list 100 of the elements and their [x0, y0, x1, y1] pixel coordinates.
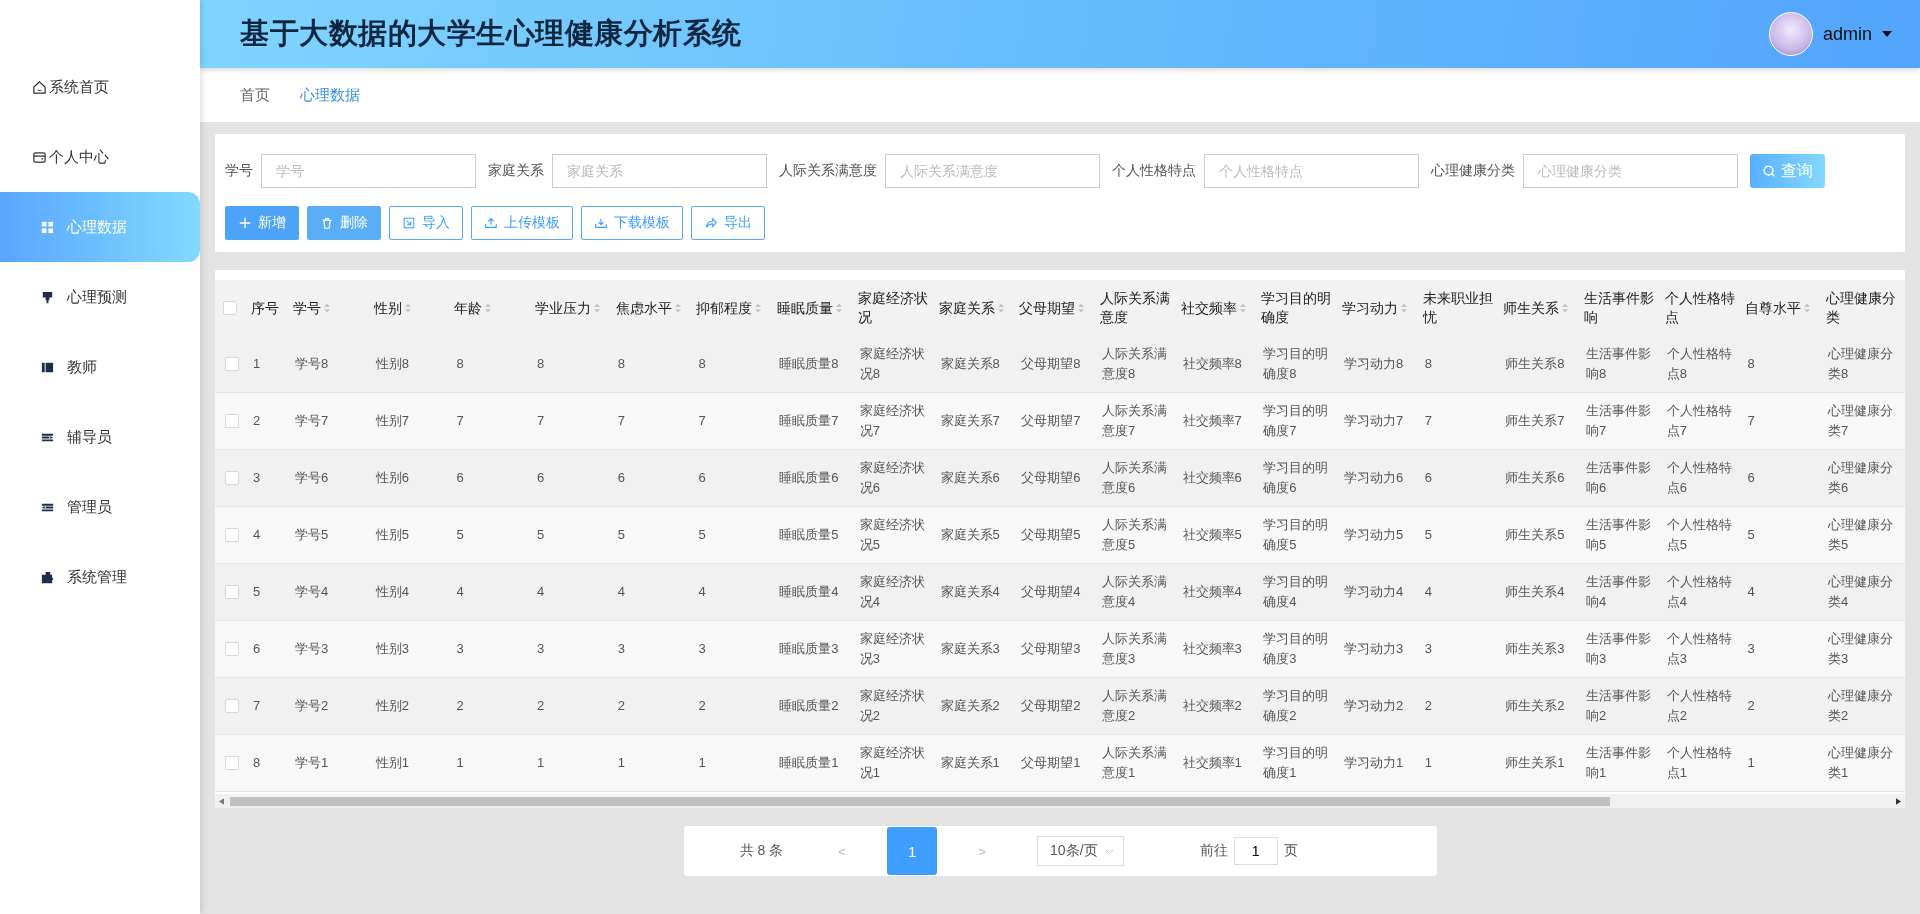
user-name[interactable]: admin: [1822, 23, 1872, 45]
table-cell: 心理健康分类1: [1828, 745, 1894, 780]
checkbox[interactable]: [225, 642, 239, 656]
table-cell: 学习目的明确度7: [1263, 403, 1329, 438]
table-cell: 师生关系4: [1505, 584, 1565, 599]
horizontal-scrollbar[interactable]: [215, 794, 1905, 808]
table-cell: 睡眠质量8: [779, 356, 839, 371]
table-cell: 个人性格特点3: [1666, 631, 1732, 666]
total-count: 共 8 条: [739, 842, 784, 860]
checkbox[interactable]: [225, 414, 239, 428]
table-cell: 家庭关系4: [940, 584, 1000, 599]
caret-icon[interactable]: [1882, 31, 1892, 37]
table-cell: 师生关系2: [1505, 698, 1565, 713]
table-cell: 学习目的明确度5: [1263, 517, 1329, 552]
table-cell: 社交频率3: [1182, 641, 1242, 656]
sidebar-item[interactable]: 系统首页: [0, 52, 200, 122]
table-cell: 性别3: [375, 641, 409, 656]
table-cell: 6: [1424, 470, 1432, 485]
sidebar-item[interactable]: 教师: [0, 332, 200, 402]
avatar-icon[interactable]: [1768, 12, 1813, 56]
column-header[interactable]: 学号: [293, 298, 321, 318]
table-cell: 7: [253, 698, 261, 713]
table-cell: 1: [1747, 755, 1755, 770]
table-cell: 4: [1747, 584, 1755, 599]
table-cell: 8: [698, 356, 706, 371]
table-cell: 个人性格特点8: [1666, 346, 1732, 381]
field-label: 心理健康分类: [1431, 162, 1515, 180]
table-cell: 5: [1424, 527, 1432, 542]
sidebar-item[interactable]: 个人中心: [0, 122, 200, 192]
table-cell: 人际关系满意度3: [1101, 631, 1167, 666]
checkbox[interactable]: [225, 471, 239, 485]
search-field[interactable]: 心理健康分类: [1523, 154, 1738, 188]
table-cell: 社交频率7: [1182, 413, 1242, 428]
table-cell: 3: [698, 641, 706, 656]
table-cell: 学习目的明确度1: [1263, 745, 1329, 780]
table-cell: 学习动力6: [1343, 470, 1404, 485]
table-cell: 5: [253, 584, 261, 599]
table-cell: 6: [617, 470, 625, 485]
search-field[interactable]: 个人性格特点: [1204, 154, 1419, 188]
search-field[interactable]: 家庭关系: [552, 154, 767, 188]
download-icon: [594, 216, 608, 230]
home-icon: [32, 79, 47, 95]
table-cell: 家庭经济状况2: [859, 688, 925, 723]
table-cell: 心理健康分类7: [1828, 403, 1894, 438]
table-cell: 社交频率5: [1182, 527, 1242, 542]
search-field[interactable]: 人际关系满意度: [885, 154, 1100, 188]
scroll-right-icon[interactable]: [1896, 797, 1901, 805]
table-cell: 睡眠质量4: [779, 584, 839, 599]
search-icon: [1762, 164, 1776, 178]
checkbox[interactable]: [223, 301, 237, 315]
table-cell: 心理健康分类3: [1828, 631, 1894, 666]
sidebar-item[interactable]: 系统管理: [0, 542, 200, 612]
table-cell: 性别1: [375, 755, 409, 770]
column-header[interactable]: 年龄: [454, 298, 483, 318]
table-cell: 师生关系6: [1505, 470, 1565, 485]
table-cell: 2: [456, 698, 464, 713]
checkbox[interactable]: [225, 756, 239, 770]
brush-icon: [40, 289, 55, 305]
table-cell: 睡眠质量3: [779, 641, 839, 656]
breadcrumb-link[interactable]: 心理数据: [300, 85, 360, 105]
table-cell: 生活事件影响6: [1586, 460, 1651, 495]
table-cell: 心理健康分类4: [1828, 574, 1894, 609]
table-cell: 学习目的明确度3: [1263, 631, 1329, 666]
checkbox[interactable]: [225, 585, 239, 599]
checkbox[interactable]: [225, 528, 239, 542]
sidebar-item[interactable]: 管理员: [0, 472, 200, 542]
table-cell: 学习动力7: [1343, 413, 1404, 428]
table-cell: 1: [253, 356, 261, 371]
checkbox[interactable]: [225, 357, 239, 371]
table-cell: 6: [537, 470, 545, 485]
table-cell: 3: [537, 641, 545, 656]
table-cell: 5: [456, 527, 464, 542]
table-cell: 4: [698, 584, 706, 599]
table-cell: 学号1: [295, 755, 329, 770]
page-input[interactable]: 1: [1233, 837, 1278, 865]
sidebar-item[interactable]: 辅导员: [0, 402, 200, 472]
table-cell: 学习动力3: [1343, 641, 1404, 656]
table-cell: 2: [1424, 698, 1432, 713]
search-field[interactable]: 学号: [261, 154, 476, 188]
scroll-left-icon[interactable]: [219, 797, 224, 805]
table-cell: 8: [537, 356, 545, 371]
table-cell: 睡眠质量5: [779, 527, 839, 542]
table-cell: 3: [456, 641, 464, 656]
breadcrumb-link[interactable]: 首页: [240, 85, 270, 105]
table-cell: 6: [1747, 470, 1755, 485]
table-cell: 1: [698, 755, 706, 770]
page-size-select[interactable]: 10条/页: [1037, 836, 1124, 866]
share-icon: [704, 216, 718, 230]
table-cell: 学号3: [295, 641, 329, 656]
table-cell: 睡眠质量2: [779, 698, 839, 713]
table-cell: 社交频率2: [1182, 698, 1242, 713]
table-cell: 心理健康分类5: [1828, 517, 1894, 552]
field-label: 个人性格特点: [1112, 162, 1196, 180]
sidebar-item[interactable]: 心理预测: [0, 262, 200, 332]
checkbox[interactable]: [225, 699, 239, 713]
table-cell: 个人性格特点4: [1666, 574, 1732, 609]
table-cell: 父母期望5: [1021, 527, 1081, 542]
column-header[interactable]: 性别: [373, 298, 402, 318]
table-cell: 生活事件影响2: [1586, 688, 1651, 723]
table-cell: 5: [698, 527, 706, 542]
